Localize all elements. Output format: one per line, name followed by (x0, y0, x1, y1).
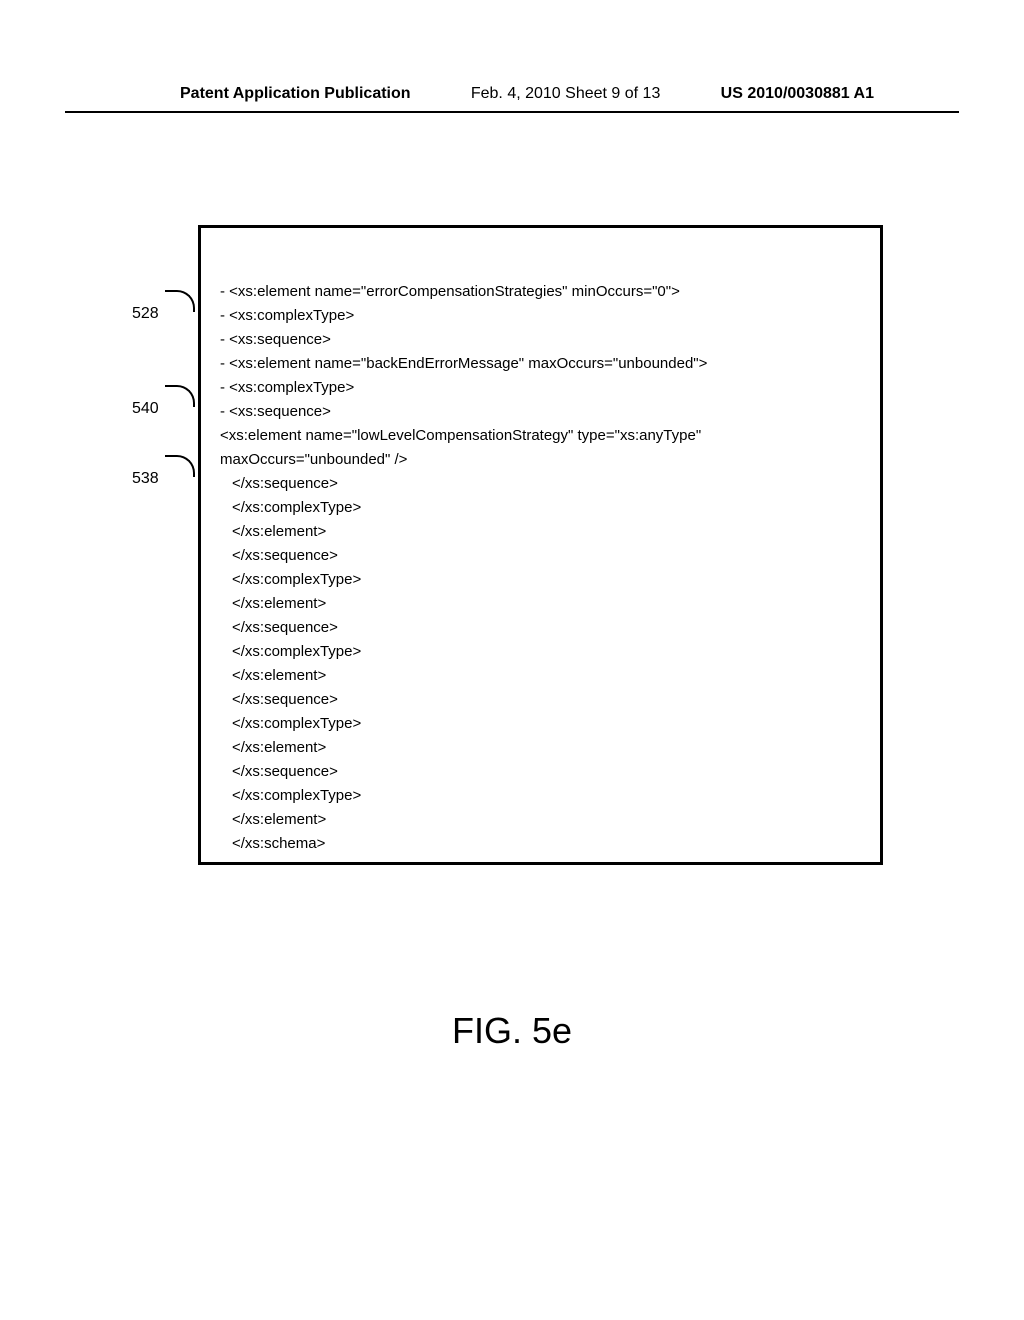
code-line: - <xs:element name="errorCompensationStr… (220, 280, 707, 304)
code-line: </xs:sequence> (220, 616, 707, 640)
callout-538-line (165, 455, 195, 477)
code-line: maxOccurs="unbounded" /> (220, 448, 707, 472)
code-line: </xs:complexType> (220, 640, 707, 664)
code-line: </xs:complexType> (220, 568, 707, 592)
code-line: </xs:complexType> (220, 712, 707, 736)
code-line: - <xs:complexType> (220, 376, 707, 400)
code-line: </xs:sequence> (220, 688, 707, 712)
sheet-info: Feb. 4, 2010 Sheet 9 of 13 (471, 85, 660, 103)
code-line: </xs:element> (220, 592, 707, 616)
code-line: <xs:element name="lowLevelCompensationSt… (220, 424, 707, 448)
callout-538: 538 (132, 470, 159, 488)
code-line: </xs:schema> (220, 832, 707, 856)
code-line: </xs:complexType> (220, 496, 707, 520)
page-header: Patent Application Publication Feb. 4, 2… (65, 0, 959, 113)
xml-schema-code: - <xs:element name="errorCompensationStr… (220, 280, 707, 856)
code-line: </xs:sequence> (220, 544, 707, 568)
figure-label: FIG. 5e (0, 1010, 1024, 1052)
code-line: </xs:sequence> (220, 760, 707, 784)
code-line: - <xs:sequence> (220, 328, 707, 352)
callout-528-line (165, 290, 195, 312)
code-line: </xs:complexType> (220, 784, 707, 808)
code-line: </xs:element> (220, 736, 707, 760)
callout-540: 540 (132, 400, 159, 418)
code-line: - <xs:element name="backEndErrorMessage"… (220, 352, 707, 376)
code-line: - <xs:sequence> (220, 400, 707, 424)
patent-number: US 2010/0030881 A1 (721, 85, 874, 103)
code-line: </xs:element> (220, 808, 707, 832)
publication-label: Patent Application Publication (180, 85, 411, 103)
code-line: </xs:element> (220, 520, 707, 544)
callout-528: 528 (132, 305, 159, 323)
code-line: </xs:sequence> (220, 472, 707, 496)
callout-540-line (165, 385, 195, 407)
code-line: - <xs:complexType> (220, 304, 707, 328)
code-line: </xs:element> (220, 664, 707, 688)
